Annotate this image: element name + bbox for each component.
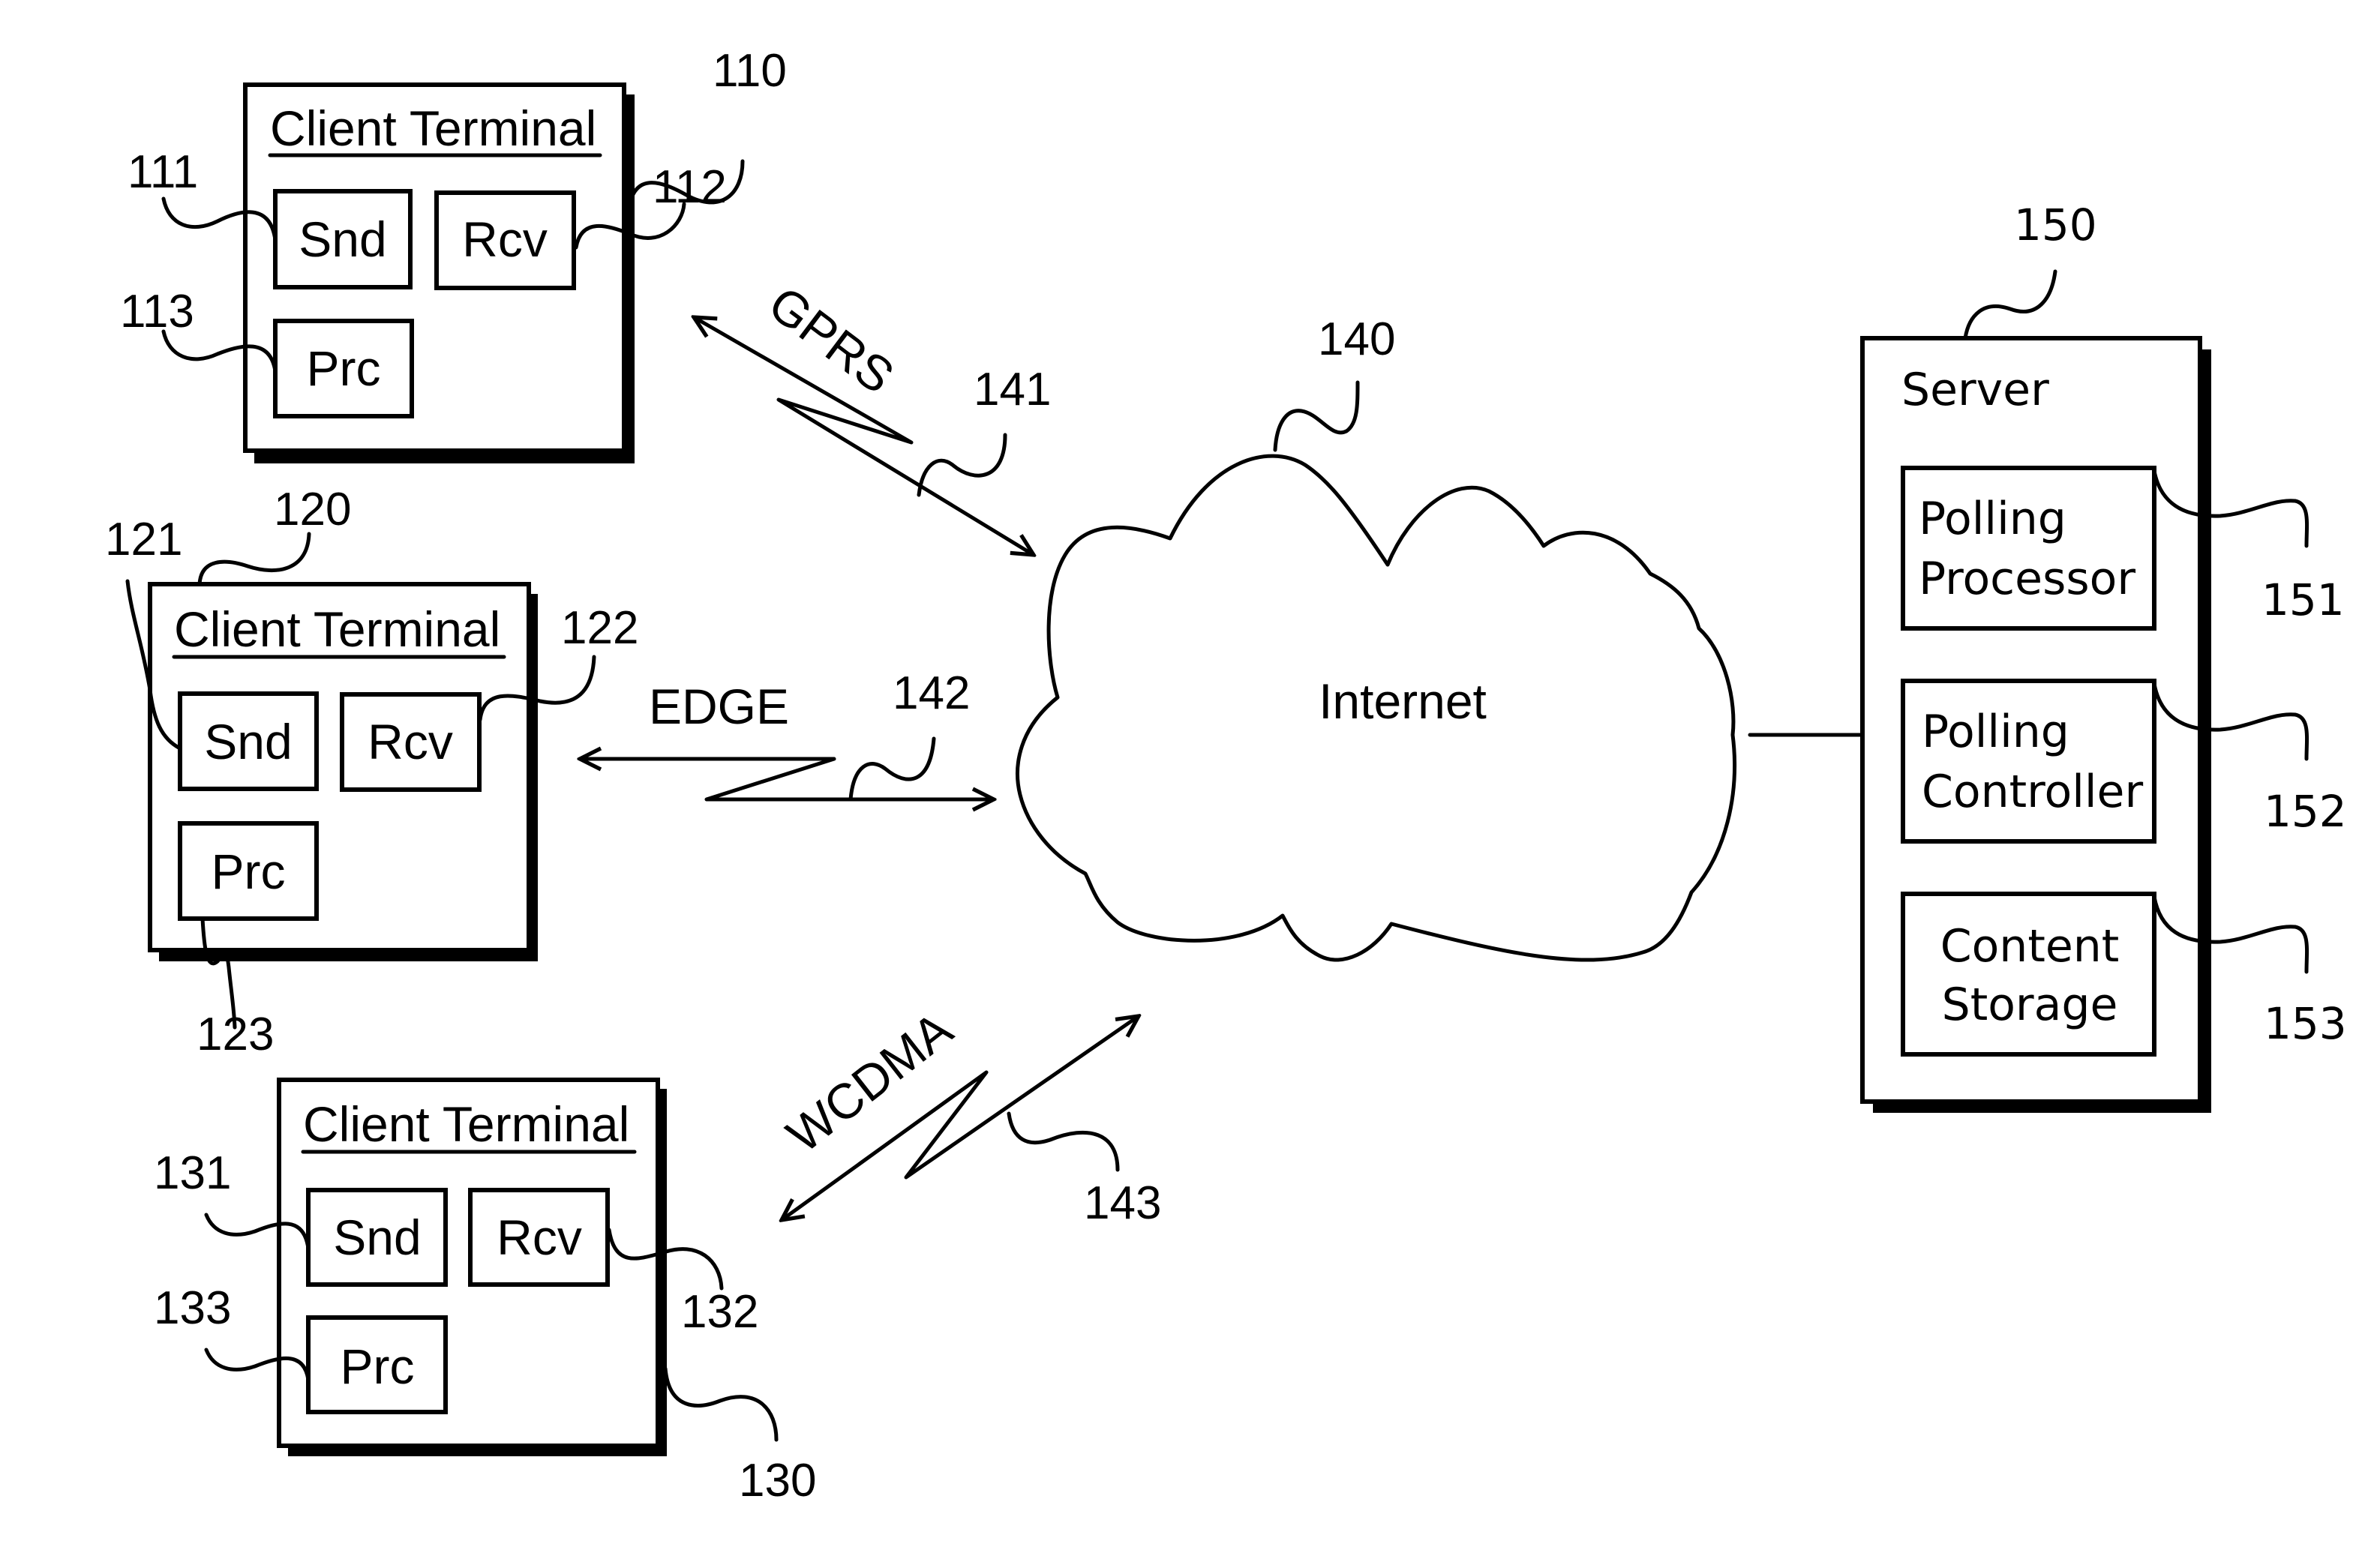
leader-120 [197, 532, 311, 586]
prc-label: Prc [212, 844, 286, 899]
ref-141: 141 [974, 364, 1051, 415]
snd-label: Snd [299, 211, 386, 267]
prc-label: Prc [341, 1339, 415, 1394]
link-edge-142: EDGE 142 [580, 667, 994, 799]
ref-153: 153 [2264, 998, 2347, 1049]
module-line2: Controller [1922, 766, 2143, 818]
leader-143 [1007, 1111, 1120, 1172]
link-wcdma-143: WCDMA 143 [776, 1001, 1161, 1229]
ref-150: 150 [2014, 199, 2097, 250]
ref-132: 132 [681, 1286, 758, 1338]
ref-142: 142 [893, 667, 970, 719]
server-title: Server [1901, 364, 2049, 416]
ref-122: 122 [561, 602, 638, 654]
rcv-label: Rcv [368, 714, 453, 769]
rcv-label: Rcv [497, 1210, 582, 1265]
rcv-label: Rcv [462, 211, 548, 267]
client-title: Client Terminal [303, 1096, 629, 1152]
ref-133: 133 [154, 1282, 231, 1334]
internet-cloud-140: Internet 140 [1016, 313, 1736, 962]
module-polling-processor: Polling Processor 151 [1901, 466, 2345, 631]
edge-zigzag-arrow [580, 759, 994, 799]
leader-142 [848, 736, 936, 802]
module-content-storage: Content Storage 153 [1901, 892, 2347, 1057]
module-line1: Polling [1922, 706, 2069, 758]
leader-141 [917, 433, 1007, 497]
ref-112: 112 [653, 161, 727, 213]
leader-130 [663, 1366, 779, 1442]
client-terminal-110: Client Terminal Snd Rcv Prc 110 111 112 … [120, 45, 787, 463]
ref-113: 113 [120, 286, 194, 337]
client-title: Client Terminal [174, 601, 500, 657]
module-line1: Content [1940, 920, 2120, 973]
ref-151: 151 [2261, 574, 2345, 625]
snd-label: Snd [204, 714, 292, 769]
system-diagram: Client Terminal Snd Rcv Prc 110 111 112 … [105, 45, 2347, 1507]
prc-label: Prc [307, 340, 381, 396]
ref-123: 123 [197, 1009, 274, 1060]
edge-label: EDGE [649, 679, 789, 734]
internet-label: Internet [1319, 673, 1487, 729]
client-terminal-130: Client Terminal Snd Rcv Prc 130 131 132 … [154, 1078, 816, 1507]
module-line1: Polling [1919, 493, 2066, 545]
ref-130: 130 [739, 1455, 816, 1507]
snd-label: Snd [333, 1210, 421, 1265]
ref-152: 152 [2264, 786, 2347, 837]
module-line2: Storage [1942, 979, 2118, 1031]
link-gprs-141: GPRS 141 [694, 275, 1051, 555]
client-title: Client Terminal [270, 100, 596, 156]
leader-140 [1273, 380, 1360, 452]
server-150: Server 150 Polling Processor 151 Polling… [1860, 199, 2347, 1113]
ref-121: 121 [105, 514, 182, 565]
gprs-label: GPRS [759, 275, 905, 404]
ref-110: 110 [713, 45, 787, 97]
ref-111: 111 [128, 146, 198, 198]
ref-140: 140 [1318, 313, 1395, 365]
module-polling-controller: Polling Controller 152 [1901, 679, 2347, 844]
leader-150 [1963, 269, 2057, 340]
module-line2: Processor [1919, 553, 2135, 605]
client-terminal-120: Client Terminal Snd Rcv Prc 120 121 122 … [105, 484, 638, 1060]
ref-143: 143 [1084, 1177, 1161, 1229]
ref-131: 131 [154, 1147, 231, 1199]
ref-120: 120 [274, 484, 351, 535]
